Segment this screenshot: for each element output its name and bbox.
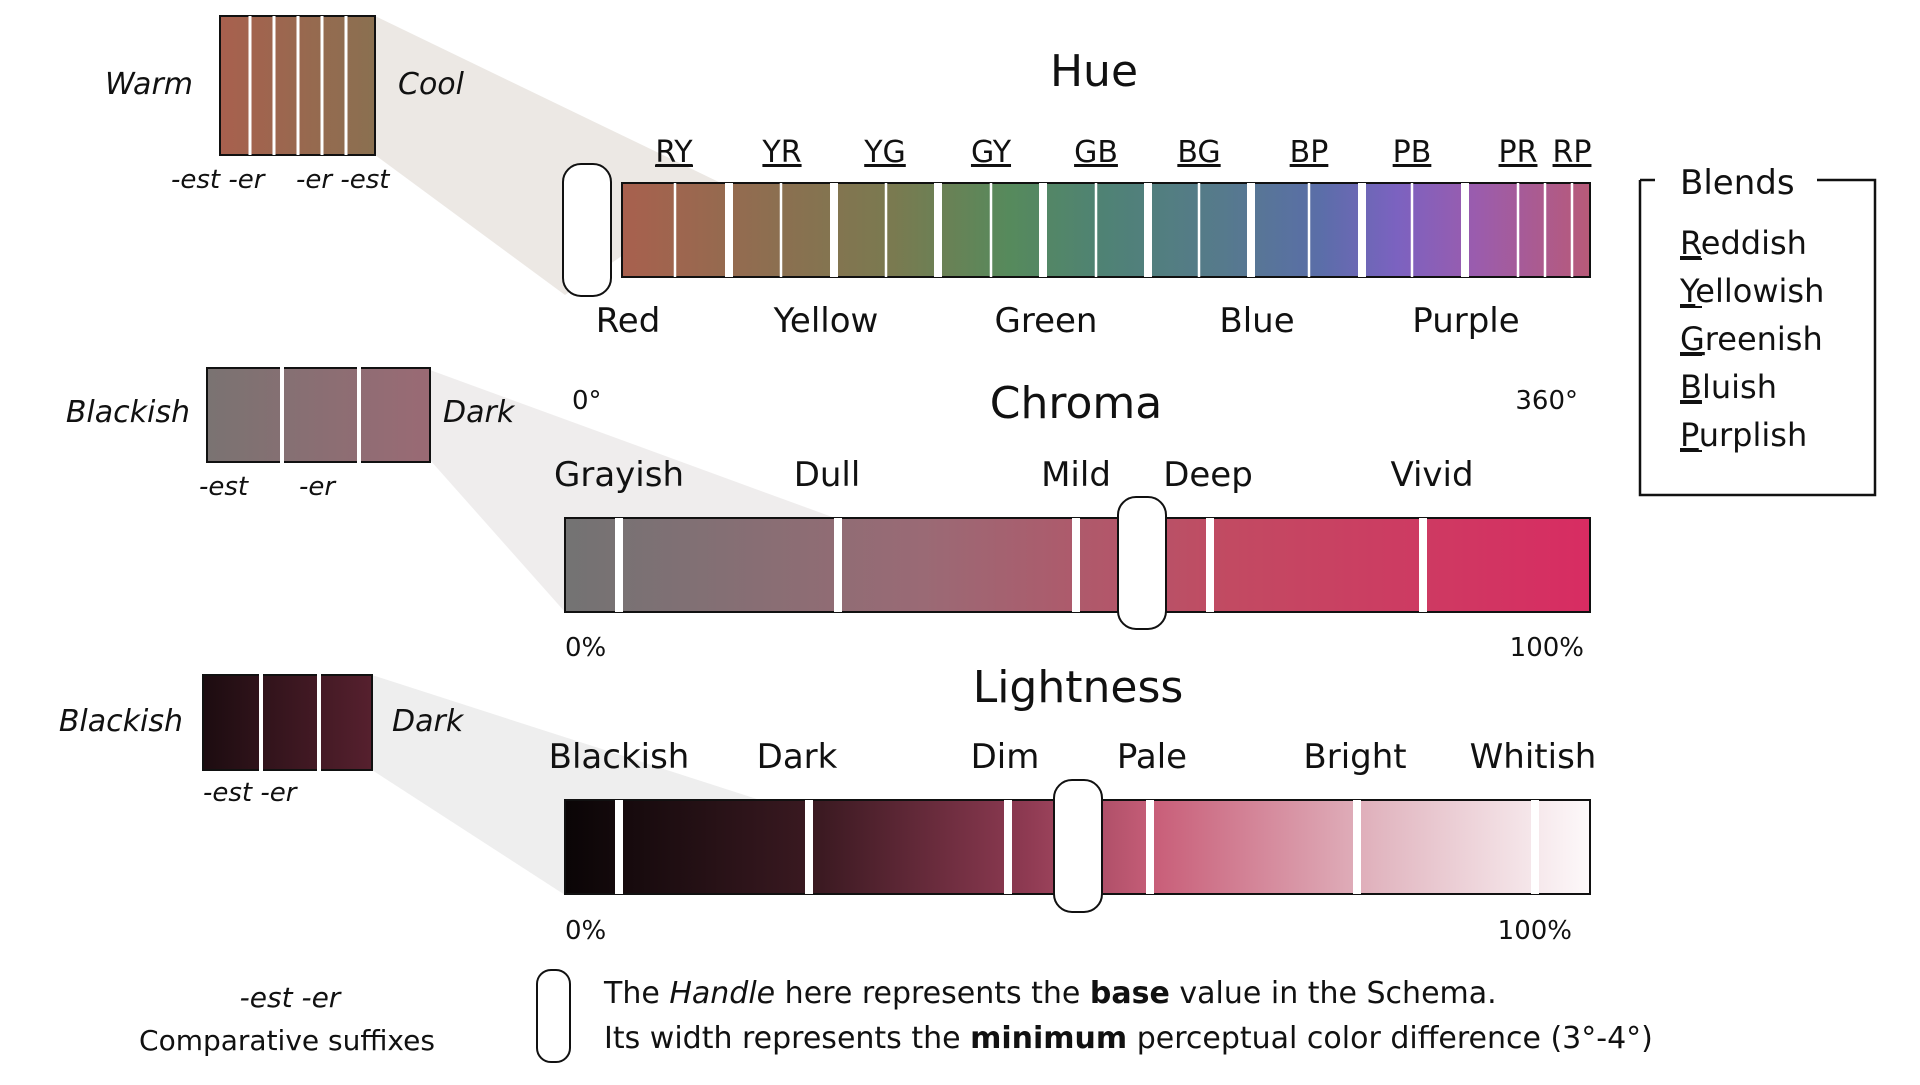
- chroma-term-mild: Mild: [1041, 455, 1111, 495]
- hue-name-red: Red: [596, 301, 661, 341]
- hue-inset-suffix-left: -est -er: [171, 165, 267, 195]
- color-schema-diagram: Hue RY YR YG GY GB BG BP PB PR RP Red Yellow Green B…: [0, 0, 1920, 1080]
- blend-item: Bluish: [1680, 368, 1777, 406]
- lightness-range-end: 100%: [1498, 916, 1572, 946]
- chroma-range-end: 100%: [1510, 633, 1584, 663]
- hue-base-names: Red Yellow Green Blue Purple: [596, 301, 1520, 341]
- hue-range-start: 0°: [572, 386, 602, 416]
- chroma-inset-suffix-left: -est: [199, 472, 249, 502]
- hue-name-yellow: Yellow: [773, 301, 879, 341]
- chroma-term-deep: Deep: [1163, 455, 1253, 495]
- hue-code-yg: YG: [863, 135, 906, 170]
- chroma-range-start: 0%: [565, 633, 606, 663]
- hue-code-yr: YR: [761, 135, 801, 170]
- lightness-range-start: 0%: [565, 916, 606, 946]
- handle-note-line1: The Handle here represents the base valu…: [603, 976, 1497, 1011]
- lightness-title: Lightness: [973, 662, 1184, 713]
- hue-blend-codes: RY YR YG GY GB BG BP PB PR RP: [655, 135, 1591, 170]
- chroma-inset-right-label: Dark: [443, 395, 516, 430]
- blend-item: Yellowish: [1679, 272, 1824, 310]
- lightness-term-bright: Bright: [1303, 737, 1406, 777]
- blends-title: Blends: [1680, 163, 1795, 203]
- hue-inset-suffix-right: -er -est: [296, 165, 390, 195]
- chroma-term-vivid: Vivid: [1390, 455, 1473, 495]
- chroma-handle[interactable]: [1117, 496, 1167, 630]
- diagram-canvas: Hue RY YR YG GY GB BG BP PB PR RP Red Yellow Green B…: [59, 15, 1877, 1063]
- lightness-inset-left-label: Blackish: [59, 704, 183, 739]
- hue-name-purple: Purple: [1412, 301, 1519, 341]
- handle-note-line2: Its width represents the minimum percept…: [604, 1021, 1653, 1056]
- hue-code-bg: BG: [1177, 135, 1220, 170]
- legend-handle-sample: [536, 969, 571, 1063]
- blend-item: Reddish: [1680, 224, 1807, 262]
- lightness-terms: Blackish Dark Dim Pale Bright Whitish: [549, 737, 1597, 777]
- hue-range-end: 360°: [1515, 386, 1578, 416]
- chroma-term-grayish: Grayish: [554, 455, 684, 495]
- lightness-handle[interactable]: [1053, 779, 1103, 913]
- chroma-title: Chroma: [990, 378, 1162, 429]
- lightness-term-blackish: Blackish: [549, 737, 690, 777]
- suffix-legend-caption: Comparative suffixes: [139, 1024, 435, 1057]
- hue-name-green: Green: [995, 301, 1098, 341]
- chroma-inset-left-label: Blackish: [66, 395, 190, 430]
- lightness-term-dark: Dark: [757, 737, 838, 777]
- chroma-inset-swatch: [206, 367, 431, 463]
- hue-title: Hue: [1050, 46, 1138, 97]
- hue-code-ry: RY: [655, 135, 693, 170]
- hue-code-gb: GB: [1074, 135, 1118, 170]
- lightness-term-whitish: Whitish: [1470, 737, 1597, 777]
- hue-inset-left-label: Warm: [105, 67, 193, 102]
- hue-code-rp: RP: [1553, 135, 1592, 170]
- hue-bar: [621, 182, 1591, 278]
- hue-code-bp: BP: [1290, 135, 1329, 170]
- blends-list: Reddish Yellowish Greenish Bluish Purplish: [1679, 224, 1824, 454]
- hue-inset-right-label: Cool: [398, 67, 465, 102]
- blend-item: Purplish: [1680, 416, 1807, 454]
- hue-code-pr: PR: [1499, 135, 1538, 170]
- hue-name-blue: Blue: [1219, 301, 1294, 341]
- hue-handle[interactable]: [562, 163, 612, 297]
- chroma-inset-suffix-right: -er: [299, 472, 337, 502]
- lightness-inset-right-label: Dark: [392, 704, 465, 739]
- lightness-inset-swatch: [202, 674, 373, 771]
- hue-code-gy: GY: [971, 135, 1012, 170]
- hue-code-pb: PB: [1393, 135, 1432, 170]
- suffix-legend-suffixes: -est -er: [240, 981, 342, 1014]
- lightness-term-dim: Dim: [971, 737, 1040, 777]
- blend-item: Greenish: [1680, 320, 1823, 358]
- blends-panel: Blends Reddish Yellowish Greenish Bluish Pur…: [1638, 163, 1877, 497]
- lightness-inset-suffix: -est -er: [203, 778, 299, 808]
- lightness-term-pale: Pale: [1117, 737, 1187, 777]
- chroma-term-dull: Dull: [794, 455, 861, 495]
